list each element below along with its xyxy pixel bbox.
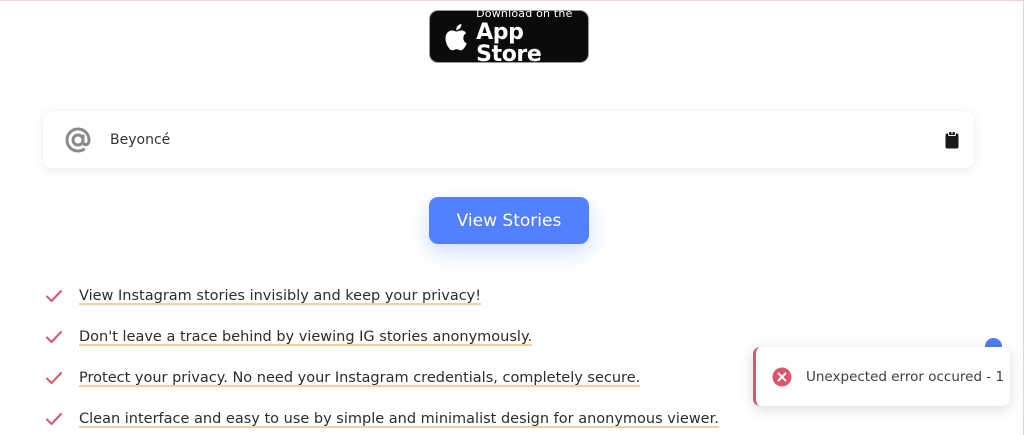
checkmark-icon (46, 290, 62, 302)
toast-message: Unexpected error occured - 1 (806, 368, 1005, 385)
top-border (0, 0, 1024, 1)
checkmark-icon (46, 372, 62, 384)
app-store-small-label: Download on the (476, 6, 573, 20)
feature-text: Don't leave a trace behind by viewing IG… (79, 328, 533, 346)
username-input[interactable] (110, 124, 890, 155)
feature-item: Protect your privacy. No need your Insta… (45, 367, 719, 389)
username-input-card (43, 111, 974, 168)
feature-text: View Instagram stories invisibly and kee… (79, 287, 482, 305)
feature-item: View Instagram stories invisibly and kee… (45, 285, 719, 307)
checkmark-icon (46, 413, 62, 425)
clipboard-icon[interactable] (945, 131, 959, 149)
view-stories-button[interactable]: View Stories (429, 197, 589, 244)
feature-item: Clean interface and easy to use by simpl… (45, 408, 719, 430)
feature-text: Protect your privacy. No need your Insta… (79, 369, 641, 387)
error-circle-icon (772, 367, 792, 386)
feature-item: Don't leave a trace behind by viewing IG… (45, 326, 719, 348)
features-list: View Instagram stories invisibly and kee… (45, 285, 719, 435)
app-store-text: Download on the App Store (476, 8, 588, 66)
app-store-badge[interactable]: Download on the App Store (429, 8, 589, 66)
feature-text: Clean interface and easy to use by simpl… (79, 410, 719, 428)
error-toast[interactable]: Unexpected error occured - 1 (753, 347, 1010, 406)
checkmark-icon (46, 331, 62, 343)
app-store-big-label: App Store (476, 19, 542, 67)
at-sign-icon (65, 126, 91, 153)
apple-icon (445, 23, 467, 50)
